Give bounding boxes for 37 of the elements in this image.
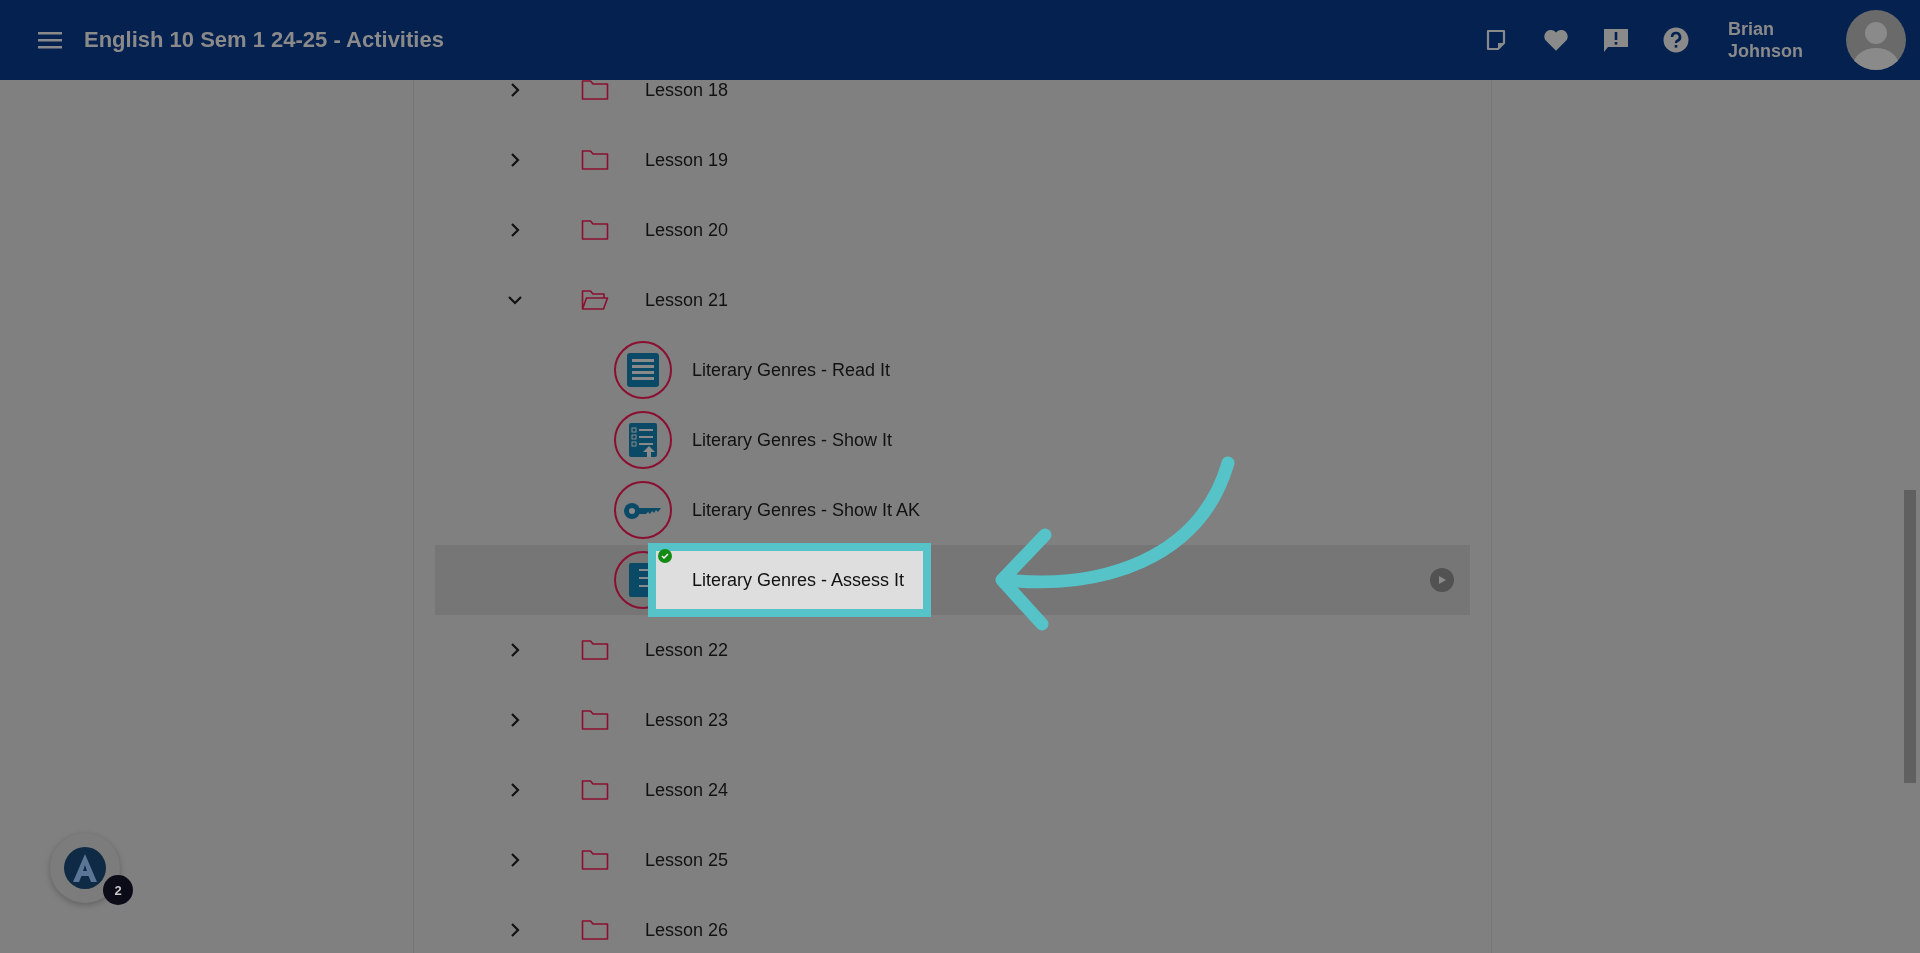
- lesson-label[interactable]: Lesson 18: [645, 79, 729, 101]
- notification-count: 2: [103, 875, 133, 905]
- folder-icon: [581, 918, 609, 942]
- feedback-icon[interactable]: [1602, 26, 1630, 54]
- checklist-upload-icon: [628, 422, 658, 458]
- activity-label[interactable]: Literary Genres - Show It AK: [692, 499, 921, 521]
- page-title: English 10 Sem 1 24-25 - Activities: [84, 27, 444, 53]
- activity-label[interactable]: Literary Genres - Assess It: [648, 543, 932, 617]
- lesson-label[interactable]: Lesson 20: [645, 219, 729, 241]
- activity-row[interactable]: Literary Genres - Read It: [435, 335, 1470, 405]
- lesson-label[interactable]: Lesson 26: [645, 919, 729, 941]
- activity-row[interactable]: Literary Genres - Assess It: [435, 545, 1470, 615]
- folder-icon: [581, 778, 609, 802]
- lesson-label[interactable]: Lesson 23: [645, 709, 729, 731]
- avatar-button[interactable]: [1846, 10, 1906, 70]
- folder-icon: [581, 148, 609, 172]
- activity-label[interactable]: Literary Genres - Read It: [692, 359, 891, 381]
- assistant-logo-icon[interactable]: [50, 833, 120, 903]
- user-name: Brian Johnson: [1728, 18, 1804, 62]
- lesson-label[interactable]: Lesson 22: [645, 639, 729, 661]
- help-icon[interactable]: [1662, 26, 1690, 54]
- activity-label[interactable]: Literary Genres - Show It: [692, 429, 893, 451]
- open-folder-icon: [581, 288, 609, 312]
- folder-icon: [581, 638, 609, 662]
- folder-icon: [581, 848, 609, 872]
- folder-icon: [581, 218, 609, 242]
- lesson-label[interactable]: Lesson 25: [645, 849, 729, 871]
- folder-icon: [581, 708, 609, 732]
- activity-row[interactable]: Literary Genres - Show It: [435, 405, 1470, 475]
- lesson-label[interactable]: Lesson 24: [645, 779, 729, 801]
- lesson-label[interactable]: Lesson 21: [645, 289, 729, 311]
- document-lines-icon: [626, 352, 660, 388]
- activity-row[interactable]: Literary Genres - Show It AK: [435, 475, 1470, 545]
- scrollbar-thumb[interactable]: [1904, 490, 1916, 783]
- lesson-label[interactable]: Lesson 19: [645, 149, 729, 171]
- check-icon: [658, 549, 672, 563]
- folder-icon: [581, 78, 609, 102]
